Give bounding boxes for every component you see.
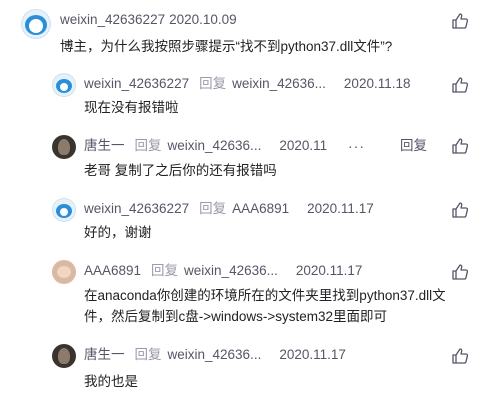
- thumbs-up-icon: [452, 138, 469, 154]
- like-button[interactable]: [450, 200, 470, 220]
- avatar[interactable]: [52, 260, 76, 284]
- comment-text: 博主，为什么我按照步骤提示“找不到python37.dll文件”?: [60, 39, 393, 54]
- thumbs-up-icon: [452, 202, 469, 218]
- like-button[interactable]: [450, 262, 470, 282]
- avatar[interactable]: [21, 9, 51, 39]
- thumbs-up-icon: [452, 348, 469, 364]
- reply-target[interactable]: weixin_42636...: [232, 75, 326, 93]
- reply-text-line-2: 件，然后复制到c盘->windows->system32里面即可: [84, 309, 388, 324]
- comment-meta: weixin_42636227 2020.10.09: [60, 11, 237, 29]
- comment-date: 2020.10.09: [169, 12, 237, 27]
- comment-item: weixin_42636227 2020.10.09 博主，为什么我按照步骤提示“…: [0, 0, 491, 70]
- reply-date: 2020.11.17: [279, 347, 346, 362]
- reply-meta: AAA6891 回复 weixin_42636... 2020.11.17: [84, 262, 362, 280]
- reply-text: 好的，谢谢: [84, 225, 152, 240]
- reply-button[interactable]: 回复: [400, 137, 427, 155]
- more-options-button[interactable]: ···: [348, 137, 365, 155]
- reply-label: 回复: [199, 76, 227, 91]
- username[interactable]: weixin_42636227: [84, 75, 189, 93]
- thumbs-up-icon: [452, 264, 469, 280]
- reply-date: 2020.11.17: [307, 201, 374, 216]
- reply-text-line-1: 在anaconda你创建的环境所在的文件夹里找到python37.dll文: [84, 288, 446, 303]
- username[interactable]: 唐生一: [84, 137, 125, 155]
- reply-meta: 唐生一 回复 weixin_42636... 2020.11.17: [84, 346, 346, 364]
- reply-target[interactable]: weixin_42636...: [168, 137, 262, 155]
- username[interactable]: 唐生一: [84, 346, 125, 364]
- reply-item: 唐生一 回复 weixin_42636... 2020.11 ··· 回复 老哥 复制…: [0, 135, 491, 191]
- reply-item: weixin_42636227 回复 AAA6891 2020.11.17 好的，谢谢: [0, 197, 491, 253]
- username[interactable]: AAA6891: [84, 262, 141, 280]
- avatar[interactable]: [52, 135, 76, 159]
- like-button[interactable]: [450, 136, 470, 156]
- reply-meta: weixin_42636227 回复 AAA6891 2020.11.17: [84, 200, 374, 218]
- reply-target[interactable]: weixin_42636...: [168, 346, 262, 364]
- username[interactable]: weixin_42636227: [60, 11, 165, 29]
- reply-label: 回复: [199, 201, 227, 216]
- avatar[interactable]: [52, 198, 76, 222]
- reply-target[interactable]: weixin_42636...: [184, 262, 278, 280]
- reply-label: 回复: [134, 138, 162, 153]
- avatar[interactable]: [52, 344, 76, 368]
- reply-target[interactable]: AAA6891: [232, 200, 289, 218]
- reply-item: AAA6891 回复 weixin_42636... 2020.11.17 在anac…: [0, 259, 491, 339]
- reply-item: weixin_42636227 回复 weixin_42636... 2020.11.…: [0, 72, 491, 128]
- reply-item: 唐生一 回复 weixin_42636... 2020.11.17 我的也是: [0, 343, 491, 399]
- thumbs-up-icon: [452, 13, 469, 29]
- reply-text: 老哥 复制了之后你的还有报错吗: [84, 163, 277, 178]
- reply-date: 2020.11: [279, 138, 328, 153]
- reply-label: 回复: [151, 263, 179, 278]
- username[interactable]: weixin_42636227: [84, 200, 189, 218]
- like-button[interactable]: [450, 75, 470, 95]
- like-button[interactable]: [450, 346, 470, 366]
- thumbs-up-icon: [452, 77, 469, 93]
- like-button[interactable]: [450, 11, 470, 31]
- reply-label: 回复: [134, 347, 162, 362]
- reply-date: 2020.11.18: [343, 76, 411, 91]
- avatar[interactable]: [52, 73, 76, 97]
- reply-text: 我的也是: [84, 374, 138, 389]
- reply-text: 现在没有报错啦: [84, 100, 179, 115]
- reply-date: 2020.11.17: [295, 263, 363, 278]
- reply-meta: 唐生一 回复 weixin_42636... 2020.11: [84, 137, 327, 155]
- reply-meta: weixin_42636227 回复 weixin_42636... 2020.11.…: [84, 75, 411, 93]
- comment-thread: weixin_42636227 2020.10.09 博主，为什么我按照步骤提示“…: [0, 0, 491, 400]
